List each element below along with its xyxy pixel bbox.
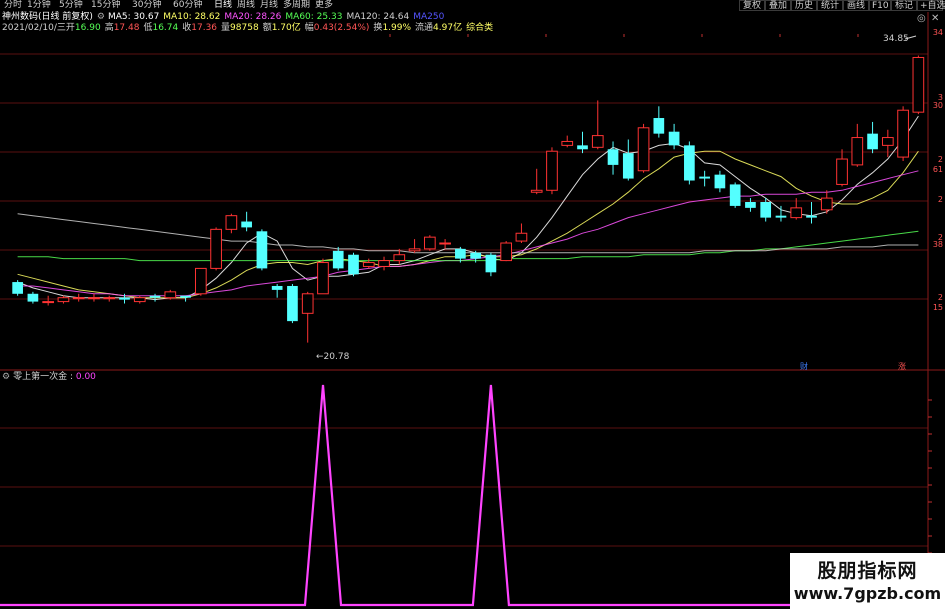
change-value: 0.43(2.54%) (313, 23, 370, 33)
low-price-value: 20.78 (323, 352, 350, 362)
toolbar-button-4[interactable]: 画线 (843, 0, 869, 11)
float-value: 4.97亿 (433, 23, 463, 33)
indicator-name[interactable]: 零上第一次金 (13, 372, 67, 382)
period-tab-10[interactable]: 更多 (315, 0, 333, 11)
period-tab-1[interactable]: 1分钟 (27, 0, 51, 11)
low-price-label: ←20.78 (316, 352, 350, 362)
period-tab-7[interactable]: 周线 (237, 0, 255, 11)
indicator-colon: : (67, 372, 76, 382)
ma-legend-item-1[interactable]: MA10: 28.62 (163, 12, 220, 22)
period-tab-8[interactable]: 月线 (260, 0, 278, 11)
toolbar-button-6[interactable]: 标记 (891, 0, 917, 11)
amount-label: 额 (262, 23, 272, 33)
adjust-mode: (日线 前复权) (38, 12, 93, 22)
period-tab-5[interactable]: 60分钟 (173, 0, 202, 11)
open-label: 开 (65, 23, 75, 33)
ma-legend-line: 神州数码(日线 前复权) ⚙ MA5: 30.67 MA10: 28.62 MA20: … (2, 12, 448, 23)
finance-marker[interactable]: 财 (800, 361, 808, 372)
low-value: 16.74 (152, 23, 179, 33)
high-label: 高 (104, 23, 114, 33)
high-price-label: 34.85 (883, 34, 909, 44)
toolbar-button-3[interactable]: 统计 (817, 0, 843, 11)
open-value: 16.90 (74, 23, 101, 33)
ma-legend: MA5: 30.67 MA10: 28.62 MA20: 28.26 MA60: 25… (108, 12, 448, 22)
watermark-url: www.7gpzb.com (793, 584, 942, 603)
ma-legend-item-3[interactable]: MA60: 25.33 (285, 12, 342, 22)
close-label: 收 (182, 23, 192, 33)
period-tab-9[interactable]: 多周期 (283, 0, 310, 11)
indicator-header: ⚙ 零上第一次金 : 0.00 (2, 372, 96, 383)
indicator-settings-icon[interactable]: ⚙ (2, 372, 10, 382)
toolbar-button-0[interactable]: 复权 (739, 0, 765, 11)
period-tab-4[interactable]: 30分钟 (132, 0, 161, 11)
quote-line: 2021/02/10/三开16.90 高17.48 低16.74 收17.36 量987… (2, 23, 493, 34)
stock-name[interactable]: 神州数码 (2, 12, 38, 22)
indicator-value: 0.00 (75, 372, 96, 382)
restore-icon[interactable]: ✕ (931, 13, 939, 24)
ma-legend-item-0[interactable]: MA5: 30.67 (108, 12, 159, 22)
volume-label: 量 (221, 23, 231, 33)
period-tab-2[interactable]: 5分钟 (59, 0, 83, 11)
amount-value: 1.70亿 (271, 23, 301, 33)
zoom-icon[interactable]: ◎ (917, 13, 926, 24)
period-tab-0[interactable]: 分时 (4, 0, 22, 11)
toolbar-button-2[interactable]: 历史 (791, 0, 817, 11)
period-tab-3[interactable]: 15分钟 (91, 0, 120, 11)
high-value: 17.48 (113, 23, 140, 33)
watermark-title: 股朋指标网 (817, 560, 918, 582)
change-label: 幅 (304, 23, 314, 33)
volume-value: 98758 (230, 23, 259, 33)
indicator-panel[interactable] (0, 0, 945, 609)
ma-legend-item-2[interactable]: MA20: 28.26 (224, 12, 281, 22)
toolbar-button-7[interactable]: +自选 (917, 0, 945, 11)
toolbar-button-5[interactable]: F10 (869, 0, 891, 11)
rise-marker[interactable]: 涨 (898, 361, 906, 372)
watermark: 股朋指标网 www.7gpzb.com (790, 553, 945, 609)
ma-legend-item-5[interactable]: MA250 (413, 12, 444, 22)
period-toolbar: 分时 1分钟 5分钟 15分钟 30分钟 60分钟 日线 周线 月线 多周期 更多 复权 叠加 历史 统计画… (0, 0, 945, 12)
period-tab-6[interactable]: 日线 (214, 0, 232, 11)
settings-icon[interactable]: ⚙ (97, 12, 105, 22)
turnover-value: 1.99% (382, 23, 412, 33)
toolbar-button-1[interactable]: 叠加 (765, 0, 791, 11)
category[interactable]: 综合类 (466, 23, 493, 33)
float-label: 流通 (415, 23, 434, 33)
quote-date: 2021/02/10/三 (2, 23, 66, 33)
ma-legend-item-4[interactable]: MA120: 24.64 (346, 12, 409, 22)
close-value: 17.36 (191, 23, 218, 33)
